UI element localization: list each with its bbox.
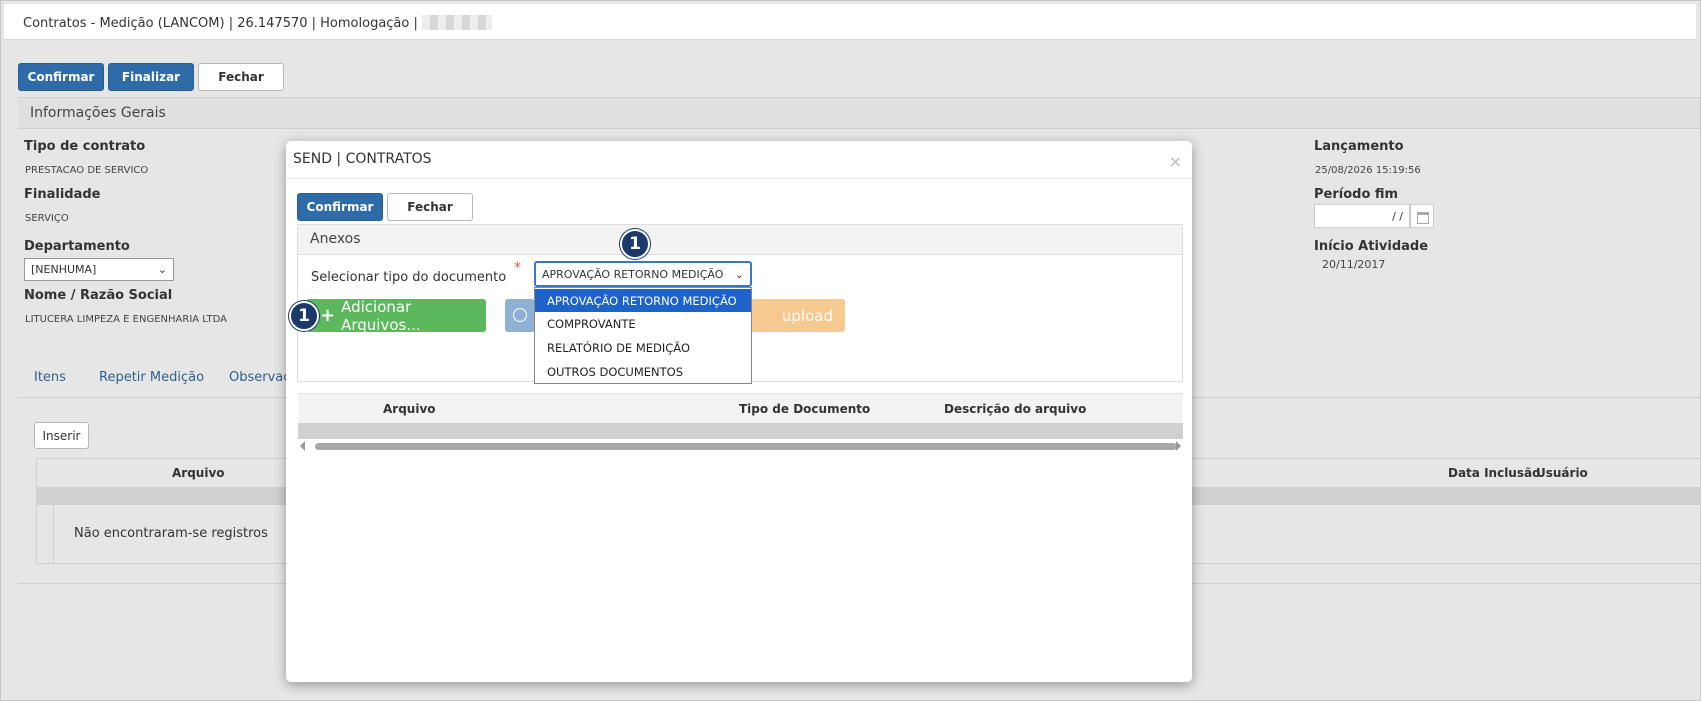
modal-confirm-button[interactable]: Confirmar: [297, 193, 383, 221]
department-select[interactable]: [NENHUMA] ⌄: [24, 258, 174, 281]
modal-close-button[interactable]: Fechar: [387, 193, 473, 221]
panel-title: Informações Gerais: [30, 105, 166, 121]
launch-label: Lançamento: [1314, 139, 1404, 154]
modal-title: SEND | CONTRATOS: [293, 151, 432, 167]
launch-value: 25/08/2026 15:19:56: [1315, 165, 1421, 176]
horizontal-scrollbar[interactable]: [298, 441, 1183, 451]
col-file-desc: Descrição do arquivo: [944, 402, 1087, 416]
upload-modal: SEND | CONTRATOS × Confirmar Fechar Anex…: [286, 141, 1192, 682]
department-label: Departamento: [24, 239, 130, 254]
option-aprovacao[interactable]: APROVAÇÃO RETORNO MEDIÇÃO: [535, 289, 751, 312]
col-file: Arquivo: [383, 402, 436, 416]
doc-type-select[interactable]: APROVAÇÃO RETORNO MEDIÇÃO ⌄: [534, 261, 752, 287]
title-bar: Contratos - Medição (LANCOM) | 26.147570…: [4, 4, 1696, 40]
cancel-upload-button[interactable]: upload: [744, 299, 845, 332]
upload-circle-icon: [513, 308, 527, 322]
tab-repetir-medicao[interactable]: Repetir Medição: [99, 370, 204, 385]
confirm-button[interactable]: Confirmar: [18, 63, 104, 91]
empty-message: Não encontraram-se registros: [74, 526, 268, 541]
col-data-inclusao: Data Inclusão: [1448, 466, 1541, 480]
option-outros[interactable]: OUTROS DOCUMENTOS: [535, 360, 751, 383]
required-marker: *: [514, 260, 521, 276]
purpose-label: Finalidade: [24, 187, 101, 202]
company-name-value: LITUCERA LIMPEZA E ENGENHARIA LTDA: [25, 314, 227, 325]
doc-type-select-value: APROVAÇÃO RETORNO MEDIÇÃO: [542, 267, 724, 281]
start-activity-value: 20/11/2017: [1322, 258, 1386, 271]
tab-itens[interactable]: Itens: [34, 370, 66, 385]
step-badge: 1: [289, 301, 319, 331]
start-upload-button[interactable]: [505, 299, 535, 332]
col-arquivo: Arquivo: [172, 466, 225, 480]
add-files-button[interactable]: + Adicionar Arquivos...: [306, 298, 486, 334]
start-activity-label: Início Atividade: [1314, 239, 1429, 254]
insert-button[interactable]: Inserir: [34, 422, 89, 449]
files-table-header: Arquivo Tipo de Documento Descrição do a…: [298, 393, 1183, 423]
option-comprovante[interactable]: COMPROVANTE: [535, 312, 751, 335]
chevron-down-icon: ⌄: [734, 267, 744, 281]
page-title: Contratos - Medição (LANCOM) | 26.147570…: [23, 15, 492, 31]
scroll-left-icon[interactable]: [300, 441, 305, 451]
plus-icon: +: [320, 305, 336, 326]
scroll-thumb[interactable]: [315, 443, 1177, 450]
doc-type-options: APROVAÇÃO RETORNO MEDIÇÃO COMPROVANTE RE…: [534, 287, 752, 384]
doc-type-label: Selecionar tipo do documento: [311, 270, 507, 285]
chevron-down-icon: ⌄: [157, 263, 167, 276]
modal-divider: [286, 178, 1192, 179]
purpose-value: SERVIÇO: [25, 213, 69, 224]
scroll-right-icon[interactable]: [1176, 441, 1181, 451]
col-doc-type: Tipo de Documento: [739, 402, 871, 416]
finalize-button[interactable]: Finalizar: [108, 63, 194, 91]
option-relatorio[interactable]: RELATÓRIO DE MEDIÇÃO: [535, 336, 751, 359]
company-name-label: Nome / Razão Social: [24, 288, 173, 303]
period-end-input[interactable]: / /: [1314, 204, 1410, 228]
step-badge: 1: [620, 229, 650, 259]
tab-observacoes[interactable]: Observaç: [229, 370, 290, 385]
attachments-header: Anexos: [298, 225, 1182, 255]
calendar-icon[interactable]: [1410, 204, 1434, 228]
close-icon[interactable]: ×: [1169, 152, 1182, 171]
panel-header: Informações Gerais: [18, 97, 1700, 129]
department-select-value: [NENHUMA]: [31, 263, 97, 276]
period-end-label: Período fim: [1314, 187, 1399, 202]
files-table-subheader: [298, 423, 1183, 439]
attachments-title: Anexos: [310, 231, 361, 247]
col-usuario: Usuário: [1536, 466, 1588, 480]
redacted-text: [421, 15, 492, 30]
close-button[interactable]: Fechar: [198, 63, 284, 91]
contract-type-label: Tipo de contrato: [24, 139, 146, 154]
contract-type-value: PRESTACAO DE SERVICO: [25, 165, 149, 176]
